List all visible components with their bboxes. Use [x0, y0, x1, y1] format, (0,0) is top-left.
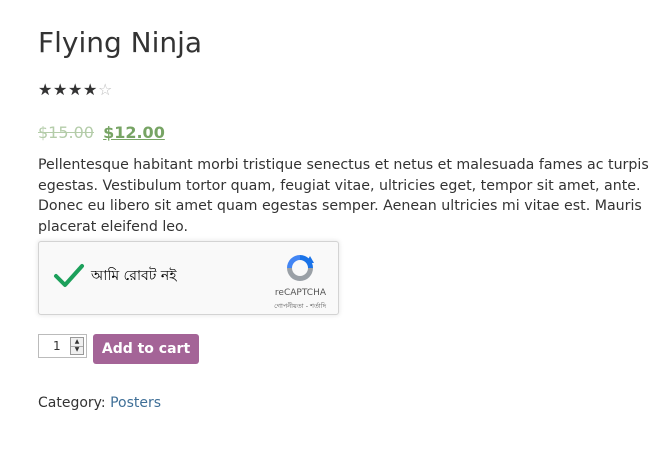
- star-icon: ☆★: [38, 80, 53, 99]
- recaptcha-logo-icon: [287, 255, 314, 281]
- checkmark-icon[interactable]: [53, 260, 85, 290]
- product-meta: Category: Posters: [38, 393, 161, 413]
- star-rating: ☆★ ☆★ ☆★ ☆★ ☆★: [38, 82, 113, 100]
- quantity-stepper[interactable]: 1 ▲ ▼: [38, 334, 87, 358]
- sale-price: $12.00: [103, 123, 165, 142]
- price: $15.00 $12.00: [38, 122, 165, 144]
- quantity-value[interactable]: 1: [53, 338, 61, 354]
- product-title: Flying Ninja: [38, 26, 203, 59]
- star-icon: ☆★: [98, 80, 113, 99]
- star-icon: ☆★: [68, 80, 83, 99]
- add-to-cart-button[interactable]: Add to cart: [93, 334, 199, 364]
- captcha-label: আমি রোবট নই: [91, 268, 177, 284]
- category-link[interactable]: Posters: [110, 395, 161, 411]
- product-description: Pellentesque habitant morbi tristique se…: [38, 157, 649, 235]
- category-label: Category:: [38, 395, 106, 411]
- chevron-down-icon[interactable]: ▼: [71, 346, 83, 354]
- recaptcha-widget: আমি রোবট নই reCAPTCHA গোপনীয়তা - শর্তাদ…: [38, 241, 339, 315]
- captcha-links[interactable]: গোপনীয়তা - শর্তাদি: [274, 302, 326, 310]
- star-icon: ☆★: [83, 80, 98, 99]
- quantity-spinner[interactable]: ▲ ▼: [70, 337, 84, 355]
- captcha-brand: reCAPTCHA: [274, 288, 326, 298]
- regular-price: $15.00: [38, 123, 94, 142]
- star-icon: ☆★: [53, 80, 68, 99]
